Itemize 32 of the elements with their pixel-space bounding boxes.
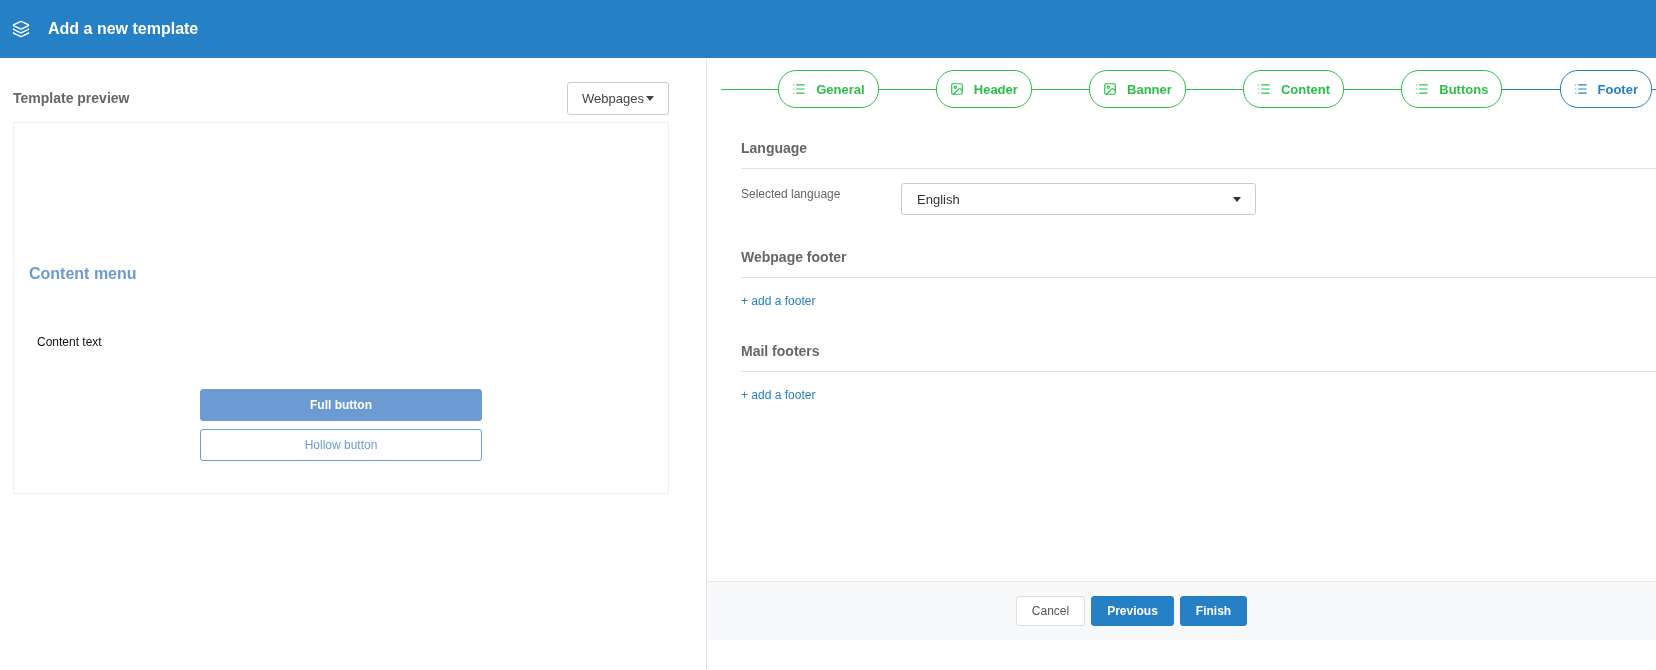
list-icon xyxy=(1415,82,1430,96)
layers-icon xyxy=(12,20,30,38)
primary-button[interactable]: Finish xyxy=(1179,596,1248,626)
step-tab[interactable]: Buttons xyxy=(1401,70,1503,108)
caret-icon xyxy=(1233,196,1241,202)
cancel-button[interactable]: Cancel xyxy=(1015,596,1086,626)
section-title: Webpage footer xyxy=(741,237,1656,278)
step-tab[interactable]: Footer xyxy=(1559,70,1652,108)
step-tab[interactable]: General xyxy=(778,70,879,108)
caret-icon xyxy=(646,95,654,101)
image-icon xyxy=(1103,82,1117,96)
window-title: Add a new template xyxy=(48,20,199,38)
list-icon xyxy=(1257,82,1271,96)
preview-title: Template preview xyxy=(13,90,130,106)
hollow-button[interactable]: Hollow button xyxy=(200,429,482,461)
full-button[interactable]: Full button xyxy=(200,389,482,421)
primary-button[interactable]: Previous xyxy=(1091,596,1174,626)
image-icon xyxy=(949,82,964,96)
webpages-dropdown[interactable]: Webpages xyxy=(567,81,669,115)
section-title: Mail footers xyxy=(741,331,1656,372)
content-title: Content menu xyxy=(29,265,138,283)
step-tab[interactable]: Content xyxy=(1243,70,1345,108)
list-icon xyxy=(792,82,807,96)
field-label: Selected language xyxy=(741,186,842,201)
content-text: Content text xyxy=(37,335,103,349)
add-footer-link[interactable]: + add a footer xyxy=(741,294,816,308)
language-select[interactable]: English xyxy=(901,183,1256,215)
step-tab[interactable]: Banner xyxy=(1089,70,1186,108)
step-tab[interactable]: Header xyxy=(935,70,1032,108)
list-icon xyxy=(1573,82,1588,96)
add-footer-link[interactable]: + add a footer xyxy=(741,388,816,402)
section-title: Language xyxy=(741,128,1656,169)
